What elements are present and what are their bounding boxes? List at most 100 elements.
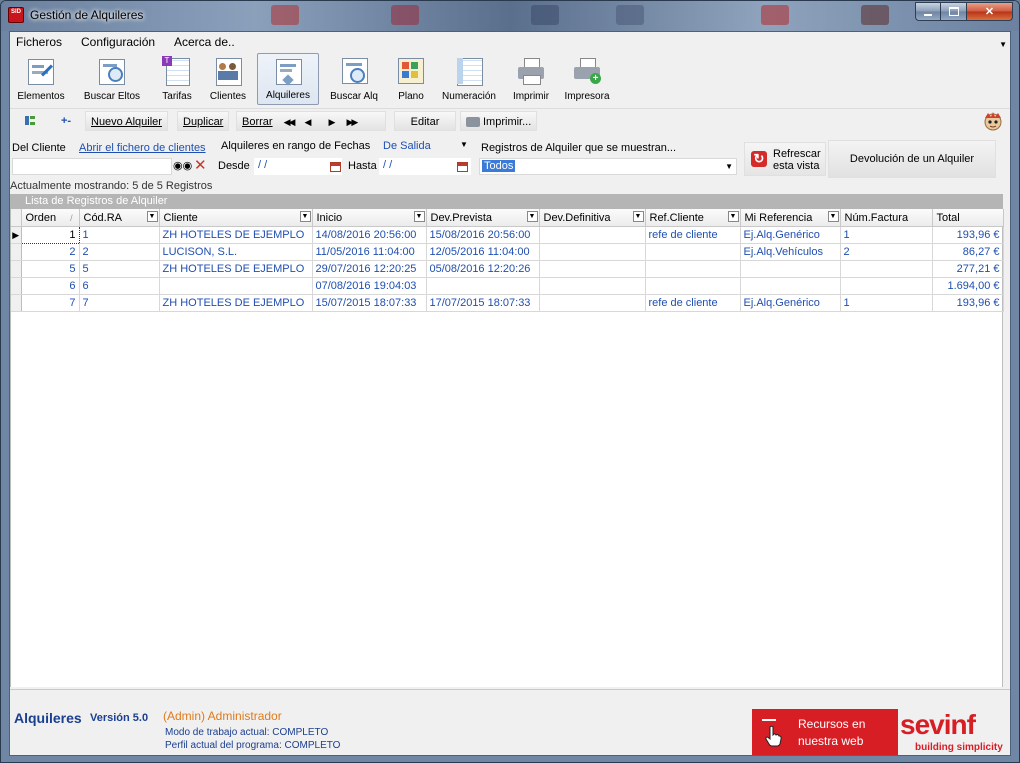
last-record-icon[interactable]: ▶▶ <box>347 117 359 127</box>
table-row[interactable]: 5 5 ZH HOTELES DE EJEMPLO 29/07/2016 12:… <box>11 260 1004 278</box>
next-record-icon[interactable]: ▶ <box>329 117 336 127</box>
cell-cliente[interactable]: ZH HOTELES DE EJEMPLO <box>159 294 313 312</box>
cell-factura[interactable]: 1 <box>840 226 933 244</box>
recursos-web-button[interactable]: Recursos en nuestra web <box>752 709 898 755</box>
borrar-button[interactable]: Borrar <box>242 116 273 128</box>
menu-configuracion[interactable]: Configuración <box>81 35 155 49</box>
cell-mireferencia[interactable]: Ej.Alq.Genérico <box>740 226 841 244</box>
ribbon-clientes-button[interactable]: Clientes <box>205 53 251 105</box>
cell-prevista[interactable]: 17/07/2015 18:07:33 <box>426 294 540 312</box>
cell-factura[interactable]: 1 <box>840 294 933 312</box>
first-record-icon[interactable]: ◀◀ <box>284 117 296 127</box>
cell-cliente[interactable]: LUCISON, S.L. <box>159 243 313 261</box>
cell-definitiva[interactable] <box>539 294 646 312</box>
nuevo-alquiler-button[interactable]: Nuevo Alquiler <box>85 111 168 131</box>
ribbon-impresora-button[interactable]: + Impresora <box>560 53 614 105</box>
filter-dropdown-icon[interactable]: ▼ <box>526 211 538 222</box>
col-inicio-header[interactable]: Inicio ▼ <box>312 209 427 227</box>
cell-refcliente[interactable] <box>645 243 741 261</box>
cell-cliente[interactable]: ZH HOTELES DE EJEMPLO <box>159 260 313 278</box>
cell-definitiva[interactable] <box>539 260 646 278</box>
ribbon-imprimir-button[interactable]: Imprimir <box>507 53 555 105</box>
filter-dropdown-icon[interactable]: ▼ <box>632 211 644 222</box>
cell-inicio[interactable]: 11/05/2016 11:04:00 <box>312 243 427 261</box>
cell-inicio[interactable]: 15/07/2015 18:07:33 <box>312 294 427 312</box>
menu-acerca[interactable]: Acerca de.. <box>174 35 235 49</box>
sevinf-logo[interactable]: sevinf <box>900 710 976 740</box>
cell-cliente[interactable] <box>159 277 313 295</box>
col-factura-header[interactable]: Núm.Factura <box>840 209 933 227</box>
cell-total[interactable]: 1.694,00 € <box>932 277 1004 295</box>
ribbon-numeracion-button[interactable]: Numeración <box>438 53 500 105</box>
menu-overflow-icon[interactable]: ▼ <box>999 40 1007 49</box>
cell-mireferencia[interactable] <box>740 277 841 295</box>
col-prevista-header[interactable]: Dev.Prevista ▼ <box>426 209 540 227</box>
close-button[interactable]: ✕ <box>967 2 1013 21</box>
registros-select[interactable]: Todos ▼ <box>479 158 737 175</box>
cell-total[interactable]: 193,96 € <box>932 294 1004 312</box>
col-codra-header[interactable]: Cód.RA ▼ <box>79 209 160 227</box>
cell-prevista[interactable]: 12/05/2016 11:04:00 <box>426 243 540 261</box>
cell-total[interactable]: 277,21 € <box>932 260 1004 278</box>
title-bar[interactable]: SID Gestión de Alquileres ✕ <box>1 1 1019 31</box>
cell-factura[interactable]: 2 <box>840 243 933 261</box>
cell-factura[interactable] <box>840 260 933 278</box>
binoculars-icon[interactable]: ◉◉ <box>173 159 192 172</box>
col-cliente-header[interactable]: Cliente ▼ <box>159 209 313 227</box>
imprimir-button[interactable]: Imprimir... <box>460 111 538 131</box>
filter-dropdown-icon[interactable]: ▼ <box>299 211 311 222</box>
cell-total[interactable]: 86,27 € <box>932 243 1004 261</box>
cell-cliente[interactable]: ZH HOTELES DE EJEMPLO <box>159 226 313 244</box>
hasta-calendar-icon[interactable] <box>457 162 468 172</box>
cell-inicio[interactable]: 07/08/2016 19:04:03 <box>312 277 427 295</box>
abrir-clientes-link[interactable]: Abrir el fichero de clientes <box>79 142 206 154</box>
cell-orden[interactable]: 6 <box>21 277 80 295</box>
col-refcliente-header[interactable]: Ref.Cliente ▼ <box>645 209 741 227</box>
cell-mireferencia[interactable]: Ej.Alq.Vehículos <box>740 243 841 261</box>
filter-dropdown-icon[interactable]: ▼ <box>727 211 739 222</box>
cliente-input[interactable] <box>12 158 172 175</box>
minimize-button[interactable] <box>915 2 941 21</box>
ribbon-elementos-button[interactable]: Elementos <box>13 53 69 105</box>
cell-codra[interactable]: 1 <box>79 226 160 244</box>
cell-factura[interactable] <box>840 277 933 295</box>
mascot-icon[interactable] <box>982 110 1004 132</box>
cell-refcliente[interactable]: refe de cliente <box>645 294 741 312</box>
duplicar-button[interactable]: Duplicar <box>177 111 230 131</box>
cell-definitiva[interactable] <box>539 277 646 295</box>
cell-refcliente[interactable] <box>645 277 741 295</box>
cell-codra[interactable]: 2 <box>79 243 160 261</box>
ribbon-plano-button[interactable]: Plano <box>393 53 429 105</box>
cell-codra[interactable]: 5 <box>79 260 160 278</box>
cell-refcliente[interactable]: refe de cliente <box>645 226 741 244</box>
menu-ficheros[interactable]: Ficheros <box>16 35 62 49</box>
rango-fechas-select[interactable]: De Salida <box>383 140 431 152</box>
ribbon-tarifas-button[interactable]: T Tarifas <box>153 53 201 105</box>
cell-orden[interactable]: 1 <box>20 226 80 244</box>
cell-prevista[interactable] <box>426 277 540 295</box>
cell-inicio[interactable]: 14/08/2016 20:56:00 <box>312 226 427 244</box>
desde-date-input[interactable]: / / <box>254 158 342 175</box>
registros-dropdown-icon[interactable]: ▼ <box>725 159 733 174</box>
maximize-button[interactable] <box>941 2 967 21</box>
cell-prevista[interactable]: 15/08/2016 20:56:00 <box>426 226 540 244</box>
refrescar-button[interactable]: ↻ Refrescar esta vista <box>744 142 826 176</box>
cell-orden[interactable]: 7 <box>21 294 80 312</box>
rango-fechas-dropdown-icon[interactable]: ▼ <box>460 140 468 149</box>
table-row[interactable]: 7 7 ZH HOTELES DE EJEMPLO 15/07/2015 18:… <box>11 294 1004 312</box>
cell-prevista[interactable]: 05/08/2016 12:20:26 <box>426 260 540 278</box>
rentals-grid[interactable]: Orden / Cód.RA ▼ Cliente ▼ Inicio ▼ Dev.Prev… <box>10 209 1004 687</box>
cell-definitiva[interactable] <box>539 243 646 261</box>
editar-button[interactable]: Editar <box>394 111 456 131</box>
filter-dropdown-icon[interactable]: ▼ <box>827 211 839 222</box>
col-mireferencia-header[interactable]: Mi Referencia ▼ <box>740 209 841 227</box>
cell-orden[interactable]: 5 <box>21 260 80 278</box>
prev-record-icon[interactable]: ◀ <box>305 117 312 127</box>
cell-mireferencia[interactable] <box>740 260 841 278</box>
tree-view-button[interactable] <box>20 111 42 131</box>
table-row[interactable]: ▶ 1 1 ZH HOTELES DE EJEMPLO 14/08/2016 2… <box>11 226 1004 244</box>
desde-calendar-icon[interactable] <box>330 162 341 172</box>
table-row[interactable]: 2 2 LUCISON, S.L. 11/05/2016 11:04:00 12… <box>11 243 1004 261</box>
cell-mireferencia[interactable]: Ej.Alq.Genérico <box>740 294 841 312</box>
cell-codra[interactable]: 7 <box>79 294 160 312</box>
